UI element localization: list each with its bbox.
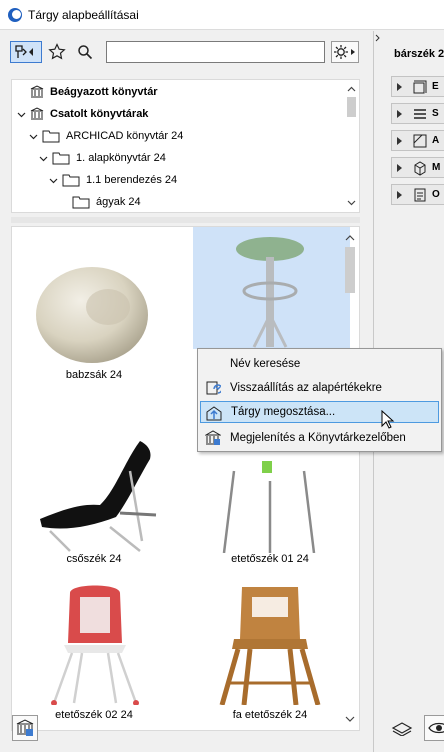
chevron-down-icon[interactable] — [48, 175, 58, 185]
object-library-icon — [15, 45, 33, 58]
section-label: E — [432, 81, 439, 92]
grid-item-wooden-high-chair[interactable]: fa etetőszék 24 — [190, 579, 340, 729]
search-button[interactable] — [74, 41, 96, 63]
menu-item-find-name[interactable]: Név keresése — [200, 353, 439, 375]
folder-icon — [72, 196, 90, 209]
layer-button[interactable] — [389, 715, 415, 741]
folder-icon — [42, 130, 60, 143]
gear-icon — [334, 45, 355, 59]
expand-triangle-icon — [397, 137, 402, 145]
expand-triangle-icon — [397, 83, 402, 91]
layers-icon — [391, 722, 413, 736]
archicad-app-icon — [8, 8, 22, 22]
visibility-button[interactable] — [424, 715, 444, 741]
section-floor-plan[interactable]: A — [391, 130, 444, 151]
eye-icon — [428, 722, 444, 734]
section-listing[interactable]: O — [391, 184, 444, 205]
section-label: S — [432, 108, 439, 119]
bar-stool-thumbnail — [236, 237, 304, 348]
grid-item-label: etetőszék 01 24 — [231, 553, 309, 565]
library-tree: Beágyazott könyvtár Csatolt könyvtárak A… — [11, 79, 360, 213]
tree-item-archicad-library[interactable]: ARCHICAD könyvtár 24 — [28, 125, 183, 147]
reset-icon — [206, 381, 221, 395]
tree-item-base-library[interactable]: 1. alapkönyvtár 24 — [38, 147, 166, 169]
grid-item-label: babzsák 24 — [65, 369, 123, 381]
grid-item-tube-chair[interactable]: csőszék 24 — [16, 423, 166, 573]
floor-plan-icon — [413, 134, 427, 148]
lounge-chair-thumbnail — [40, 441, 157, 552]
parameters-icon — [414, 109, 426, 119]
context-menu: Név keresése Visszaállítás az alapértéke… — [197, 348, 442, 452]
folder-icon — [52, 152, 70, 165]
chevron-down-icon[interactable] — [28, 131, 38, 141]
section-parameters[interactable]: S — [391, 103, 444, 124]
beanbag-thumbnail — [36, 267, 148, 363]
grid-scrollbar[interactable] — [344, 231, 356, 727]
grid-item-label: etetőszék 02 24 — [55, 709, 133, 721]
pane-splitter[interactable] — [11, 217, 360, 223]
grid-item-high-chair-02[interactable]: etetőszék 02 24 — [16, 579, 166, 729]
menu-item-show-in-library-manager[interactable]: Megjelenítés a Könyvtárkezelőben — [200, 427, 439, 449]
list-icon — [414, 188, 426, 202]
library-mode-button[interactable] — [10, 41, 42, 63]
model-icon — [414, 161, 426, 176]
menu-item-label: Név keresése — [230, 358, 301, 370]
tree-item-beds[interactable]: ágyak 24 — [72, 191, 141, 212]
star-icon — [48, 43, 66, 60]
section-label: M — [432, 162, 441, 173]
wooden-high-chair-thumbnail — [219, 587, 321, 705]
tree-item-label: 1. alapkönyvtár 24 — [76, 152, 166, 164]
settings-menu-button[interactable] — [331, 41, 359, 63]
search-input[interactable] — [106, 41, 325, 63]
library-icon — [30, 107, 44, 120]
tree-item-label: Csatolt könyvtárak — [50, 108, 149, 120]
section-label: O — [432, 189, 440, 200]
library-manager-icon — [16, 719, 34, 736]
tree-item-label: Beágyazott könyvtár — [50, 86, 158, 98]
library-manager-button[interactable] — [12, 715, 38, 741]
chevron-down-icon[interactable] — [38, 153, 48, 163]
share-upload-icon — [206, 406, 222, 421]
section-label: A — [432, 135, 440, 146]
menu-item-share-object[interactable]: Tárgy megosztása... — [200, 401, 439, 423]
favorites-button[interactable] — [46, 41, 68, 63]
grid-item-beanbag[interactable]: babzsák 24 — [16, 237, 166, 407]
window-title: Tárgy alapbeállításai — [28, 8, 139, 22]
tree-scrollbar[interactable] — [346, 82, 357, 210]
tree-item-furniture[interactable]: 1.1 berendezés 24 — [48, 169, 177, 191]
grid-item-label: csőszék 24 — [66, 553, 122, 565]
expand-triangle-icon — [397, 191, 402, 199]
library-manager-icon — [205, 430, 221, 445]
tree-item-label: ARCHICAD könyvtár 24 — [66, 130, 184, 142]
tree-item-label: 1.1 berendezés 24 — [86, 174, 178, 186]
expand-triangle-icon — [397, 110, 402, 118]
high-chair-02-thumbnail — [51, 585, 139, 705]
selected-object-name: bárszék 24 — [394, 48, 444, 60]
tree-item-linked-libraries[interactable]: Csatolt könyvtárak — [16, 103, 148, 125]
library-icon — [30, 85, 44, 98]
menu-item-label: Tárgy megosztása... — [231, 406, 336, 418]
section-geometry[interactable]: E — [391, 76, 444, 97]
mouse-pointer-icon — [381, 410, 395, 429]
menu-item-reset-defaults[interactable]: Visszaállítás az alapértékekre — [200, 377, 439, 399]
tree-item-label: ágyak 24 — [96, 196, 141, 208]
tree-item-embedded-library[interactable]: Beágyazott könyvtár — [30, 81, 158, 103]
menu-item-label: Visszaállítás az alapértékekre — [230, 382, 382, 394]
expand-triangle-icon — [397, 164, 402, 172]
collapse-pane-icon[interactable] — [374, 31, 382, 71]
grid-item-label: fa etetőszék 24 — [232, 709, 308, 721]
section-model[interactable]: M — [391, 157, 444, 178]
title-bar: Tárgy alapbeállításai — [0, 0, 444, 30]
object-grid: babzsák 24 csőszék 24 etetőszék 01 24 et… — [11, 226, 360, 731]
search-icon — [78, 45, 93, 60]
geometry-icon — [413, 80, 427, 94]
folder-icon — [62, 174, 80, 187]
chevron-down-icon[interactable] — [16, 109, 26, 119]
menu-item-label: Megjelenítés a Könyvtárkezelőben — [230, 432, 406, 444]
